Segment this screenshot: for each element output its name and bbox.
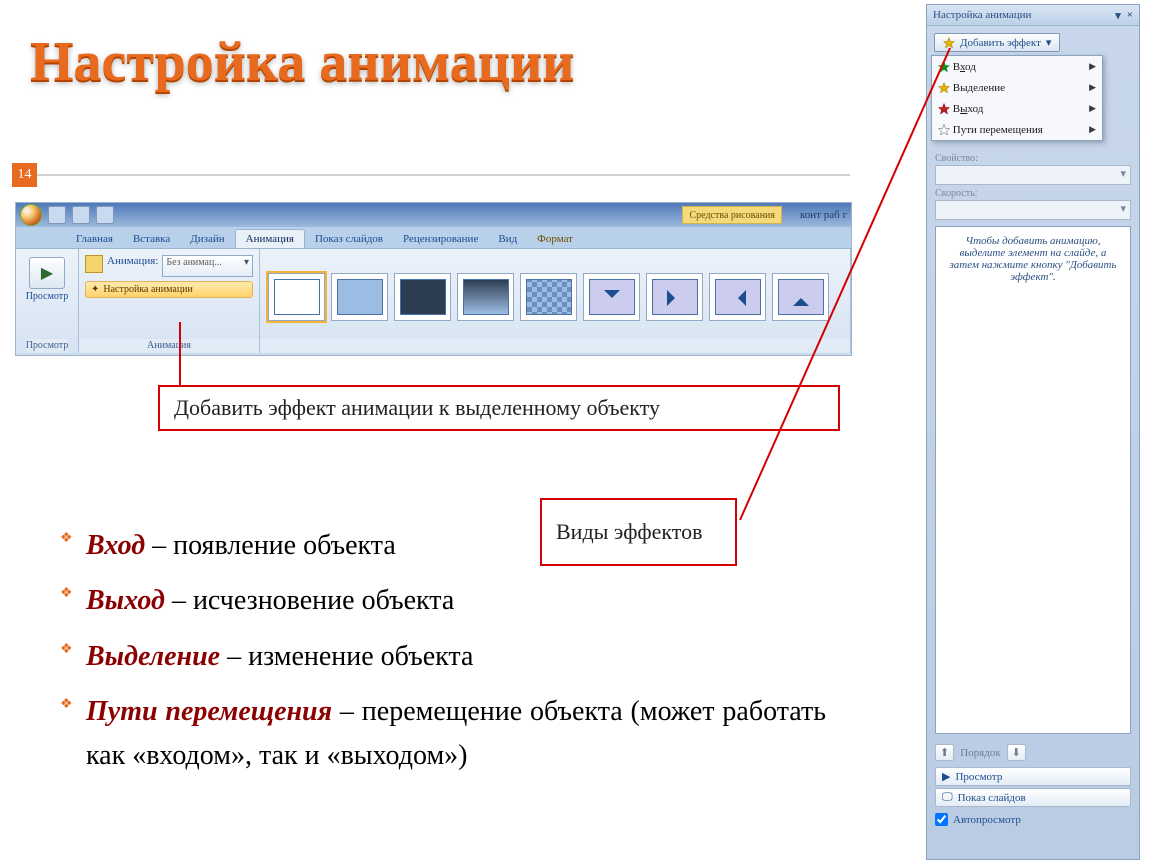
- group-preview: ▶ Просмотр Просмотр: [16, 249, 79, 353]
- qat-redo-icon[interactable]: [96, 206, 114, 224]
- speed-dropdown[interactable]: [935, 200, 1131, 220]
- menu-entry[interactable]: Вход▶: [932, 56, 1102, 77]
- slide-number: 14: [12, 163, 37, 187]
- desc-entry: – появление объекта: [145, 530, 396, 561]
- transition-wipe-down[interactable]: [583, 273, 640, 321]
- slide-title: Настройка анимации: [30, 30, 575, 94]
- tab-slideshow[interactable]: Показ слайдов: [305, 230, 393, 248]
- speed-field: Скорость:: [935, 188, 1131, 220]
- screen-icon: 🖵: [942, 791, 953, 804]
- transition-none[interactable]: [268, 273, 325, 321]
- menu-exit[interactable]: Выход▶: [932, 98, 1102, 119]
- tab-insert[interactable]: Вставка: [123, 230, 180, 248]
- term-exit: Выход: [86, 585, 165, 616]
- property-field: Свойство:: [935, 153, 1131, 185]
- slideshow-label: Показ слайдов: [958, 792, 1026, 804]
- autopreview-checkbox[interactable]: [935, 813, 948, 826]
- transition-dissolve[interactable]: [520, 273, 577, 321]
- transition-fade[interactable]: [331, 273, 388, 321]
- tab-design[interactable]: Дизайн: [180, 230, 234, 248]
- callout-add-effect: Добавить эффект анимации к выделенному о…: [158, 385, 840, 431]
- term-entry: Вход: [86, 530, 145, 561]
- tab-view[interactable]: Вид: [488, 230, 527, 248]
- property-label: Свойство:: [935, 153, 1131, 164]
- group-label-preview: Просмотр: [26, 339, 69, 353]
- group-label-transitions: [260, 339, 850, 353]
- property-dropdown[interactable]: [935, 165, 1131, 185]
- group-transitions: [260, 249, 851, 353]
- pane-title: Настройка анимации: [933, 9, 1031, 21]
- tab-animation[interactable]: Анимация: [235, 229, 305, 248]
- play-label: Просмотр: [955, 771, 1002, 783]
- close-icon[interactable]: ×: [1127, 9, 1133, 21]
- menu-path[interactable]: Пути перемещения▶: [932, 119, 1102, 140]
- term-emphasis: Выделение: [86, 641, 220, 672]
- gear-star-icon: ✦: [91, 284, 99, 295]
- group-animation: Анимация: Без анимац... ✦ Настройка аним…: [79, 249, 260, 353]
- rule: [12, 174, 850, 176]
- effect-dropdown-menu: Вход▶ Выделение▶ Выход▶ Пути перемещения…: [931, 55, 1103, 141]
- desc-exit: – исчезновение объекта: [165, 585, 454, 616]
- reorder-row: ⬆ Порядок ⬇: [927, 740, 1139, 765]
- animate-label: Анимация:: [107, 255, 158, 277]
- animation-list-area: Чтобы добавить анимацию, выделите элемен…: [935, 226, 1131, 734]
- contextual-tab-label: Средства рисования: [682, 206, 782, 224]
- star-entry-icon: [938, 61, 950, 73]
- title-bar: Средства рисования конт раб г: [16, 203, 851, 227]
- order-label: Порядок: [960, 747, 1000, 759]
- group-label-animation: Анимация: [79, 339, 259, 353]
- animate-icon: [85, 255, 103, 273]
- effect-list: Вход – появление объекта Выход – исчезно…: [46, 524, 826, 789]
- custom-animation-label: Настройка анимации: [103, 284, 192, 295]
- animate-dropdown[interactable]: Без анимац...: [162, 255, 253, 277]
- tab-format[interactable]: Формат: [527, 230, 583, 248]
- qat-undo-icon[interactable]: [72, 206, 90, 224]
- chevron-down-icon: ▾: [1046, 36, 1052, 49]
- star-path-icon: [938, 124, 950, 136]
- custom-animation-button[interactable]: ✦ Настройка анимации: [85, 281, 253, 298]
- autopreview-row[interactable]: Автопросмотр: [935, 813, 1131, 826]
- transition-wipe-right[interactable]: [646, 273, 703, 321]
- qat-save-icon[interactable]: [48, 206, 66, 224]
- order-down-button[interactable]: ⬇: [1007, 744, 1026, 761]
- speed-label: Скорость:: [935, 188, 1131, 199]
- menu-emphasis[interactable]: Выделение▶: [932, 77, 1102, 98]
- play-button[interactable]: ▶ Просмотр: [935, 767, 1131, 786]
- autopreview-label: Автопросмотр: [953, 814, 1021, 826]
- office-button[interactable]: [20, 204, 42, 226]
- pane-header: Настройка анимации ▾ ×: [927, 5, 1139, 26]
- list-item: Выделение – изменение объекта: [86, 635, 826, 678]
- list-item: Выход – исчезновение объекта: [86, 579, 826, 622]
- star-exit-icon: [938, 103, 950, 115]
- tab-review[interactable]: Рецензирование: [393, 230, 488, 248]
- order-up-button[interactable]: ⬆: [935, 744, 954, 761]
- list-item: Вход – появление объекта: [86, 524, 826, 567]
- add-effect-label: Добавить эффект: [960, 37, 1041, 49]
- preview-button-label[interactable]: Просмотр: [26, 291, 69, 302]
- transition-wipe-left[interactable]: [709, 273, 766, 321]
- slideshow-button[interactable]: 🖵 Показ слайдов: [935, 788, 1131, 807]
- transition-wipe-up[interactable]: [772, 273, 829, 321]
- preview-icon[interactable]: ▶: [29, 257, 65, 289]
- desc-emphasis: – изменение объекта: [220, 641, 473, 672]
- star-icon: [943, 37, 955, 49]
- ribbon: Средства рисования конт раб г Главная Вс…: [15, 202, 852, 356]
- term-path: Пути перемещения: [86, 696, 332, 727]
- tab-home[interactable]: Главная: [66, 230, 123, 248]
- add-effect-button[interactable]: Добавить эффект ▾: [934, 33, 1060, 52]
- star-emphasis-icon: [938, 82, 950, 94]
- transition-cut[interactable]: [457, 273, 514, 321]
- document-title: конт раб г: [800, 209, 847, 221]
- play-icon: ▶: [942, 770, 950, 783]
- ribbon-tabs: Главная Вставка Дизайн Анимация Показ сл…: [16, 227, 851, 249]
- task-pane: Настройка анимации ▾ × Добавить эффект ▾…: [926, 4, 1140, 860]
- transition-fade-black[interactable]: [394, 273, 451, 321]
- list-item: Пути перемещения – перемещение объекта (…: [86, 690, 826, 777]
- pane-menu-icon[interactable]: ▾: [1115, 9, 1121, 22]
